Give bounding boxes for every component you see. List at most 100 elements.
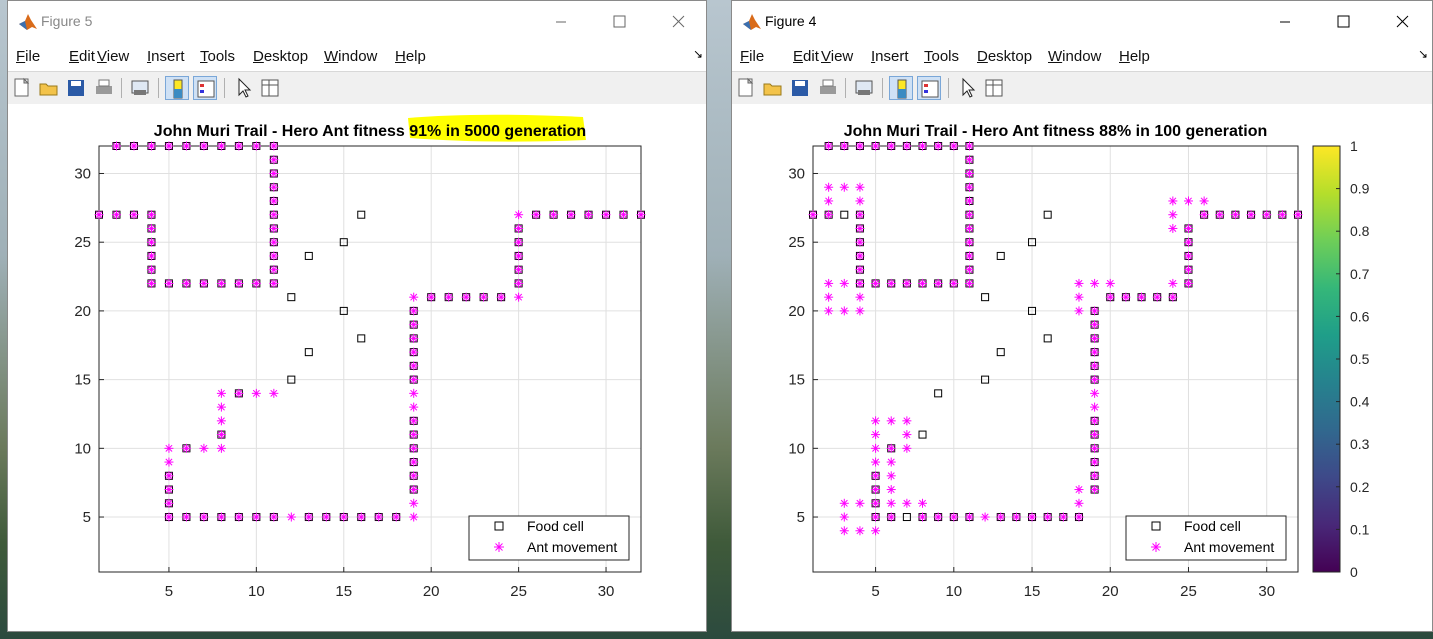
dock-arrow-icon[interactable]: ↘	[693, 47, 703, 61]
axes-area	[813, 146, 1298, 572]
y-tick-label: 15	[788, 372, 805, 389]
matlab-icon	[743, 14, 761, 30]
colorbar-tick-label: 0.2	[1350, 479, 1370, 495]
save-button[interactable]	[788, 76, 812, 100]
menu-insert[interactable]: Insert	[871, 48, 909, 65]
ant-movement-marker	[636, 210, 646, 220]
link-plot-button[interactable]	[852, 76, 876, 100]
menu-help[interactable]: Help	[1119, 48, 1150, 65]
menu-edit[interactable]: Edit	[69, 48, 95, 65]
ant-movement-marker	[409, 485, 419, 495]
menu-insert[interactable]: Insert	[147, 48, 185, 65]
close-button[interactable]	[655, 1, 701, 43]
close-button[interactable]	[1379, 1, 1425, 43]
colorbar-button[interactable]	[889, 76, 913, 100]
menu-window[interactable]: Window	[324, 48, 377, 65]
dock-arrow-icon[interactable]: ↘	[1418, 47, 1428, 61]
open-file-button[interactable]	[37, 76, 61, 100]
title-bar[interactable]: Figure 4	[732, 1, 1432, 43]
property-editor-button[interactable]	[258, 76, 282, 100]
ant-movement-marker	[111, 210, 121, 220]
legend-ant-marker	[494, 542, 504, 552]
menu-desktop[interactable]: Desktop	[977, 48, 1032, 65]
open-file-button[interactable]	[761, 76, 785, 100]
legend-button[interactable]	[917, 76, 941, 100]
new-figure-button[interactable]	[734, 76, 758, 100]
menu-bar: File Edit View Insert Tools Desktop Window Help…	[732, 44, 1432, 70]
colorbar-tick-label: 0.3	[1350, 436, 1370, 452]
link-plot-button[interactable]	[128, 76, 152, 100]
colorbar-button[interactable]	[165, 76, 189, 100]
property-editor-icon	[261, 79, 279, 97]
menu-help[interactable]: Help	[395, 48, 426, 65]
ant-movement-marker	[409, 471, 419, 481]
save-button[interactable]	[64, 76, 88, 100]
minimize-button[interactable]	[1262, 1, 1308, 43]
legend-button[interactable]	[193, 76, 217, 100]
toolbar-separator	[224, 78, 225, 98]
x-tick-label: 15	[1024, 583, 1041, 600]
legend-icon	[197, 80, 215, 98]
ant-movement-marker	[409, 430, 419, 440]
x-tick-label: 10	[248, 583, 265, 600]
menu-file[interactable]: File	[16, 48, 40, 65]
ant-movement-marker	[1293, 210, 1303, 220]
ant-movement-marker	[409, 457, 419, 467]
menu-tools[interactable]: Tools	[924, 48, 959, 65]
x-tick-label: 20	[1102, 583, 1119, 600]
ant-movement-marker	[146, 223, 156, 233]
property-editor-button[interactable]	[982, 76, 1006, 100]
colorbar[interactable]	[1312, 145, 1341, 573]
menu-tools[interactable]: Tools	[200, 48, 235, 65]
ant-movement-marker	[409, 333, 419, 343]
legend[interactable]: Food cell Ant movement	[468, 515, 630, 561]
ant-movement-marker	[216, 416, 226, 426]
axes-area	[99, 146, 641, 572]
ant-movement-marker	[409, 375, 419, 385]
print-button[interactable]	[816, 76, 840, 100]
menu-file[interactable]: File	[740, 48, 764, 65]
minimize-button[interactable]	[538, 1, 584, 43]
legend-ant-label: Ant movement	[527, 539, 617, 555]
menu-view[interactable]: View	[821, 48, 853, 65]
ant-movement-marker	[164, 457, 174, 467]
plot-title: John Muri Trail - Hero Ant fitness 91% i…	[154, 123, 586, 140]
toolbar-separator	[158, 78, 159, 98]
plot-title: John Muri Trail - Hero Ant fitness 88% i…	[844, 123, 1268, 140]
new-figure-icon	[738, 77, 754, 97]
y-tick-label: 15	[74, 372, 91, 389]
ant-movement-marker	[409, 416, 419, 426]
pointer-button[interactable]	[231, 76, 255, 100]
toolbar-separator	[121, 78, 122, 98]
ant-movement-marker	[216, 141, 226, 151]
y-tick-label: 30	[788, 165, 805, 182]
ant-movement-marker	[146, 251, 156, 261]
menu-view[interactable]: View	[97, 48, 129, 65]
new-figure-button[interactable]	[10, 76, 34, 100]
x-tick-label: 5	[871, 583, 879, 600]
title-bar[interactable]: Figure 5	[8, 1, 706, 43]
y-tick-label: 20	[788, 303, 805, 320]
maximize-button[interactable]	[596, 1, 642, 43]
legend[interactable]: Food cell Ant movement	[1125, 515, 1287, 561]
colorbar-tick-label: 0.1	[1350, 521, 1370, 537]
ant-movement-marker	[129, 210, 139, 220]
print-icon	[820, 79, 836, 94]
ant-movement-marker	[409, 388, 419, 398]
x-tick-label: 30	[598, 583, 615, 600]
maximize-button[interactable]	[1320, 1, 1366, 43]
menu-desktop[interactable]: Desktop	[253, 48, 308, 65]
menu-edit[interactable]: Edit	[793, 48, 819, 65]
ant-movement-marker	[409, 443, 419, 453]
pointer-button[interactable]	[955, 76, 979, 100]
plot-svg: John Muri Trail - Hero Ant fitness 91% i…	[74, 114, 646, 600]
new-figure-icon	[14, 77, 30, 97]
ant-movement-marker	[269, 223, 279, 233]
menu-window[interactable]: Window	[1048, 48, 1101, 65]
print-button[interactable]	[92, 76, 116, 100]
ant-movement-marker	[129, 141, 139, 151]
open-file-icon	[39, 83, 58, 96]
legend-food-label: Food cell	[527, 518, 584, 534]
ant-movement-marker	[269, 237, 279, 247]
property-editor-icon	[985, 79, 1003, 97]
